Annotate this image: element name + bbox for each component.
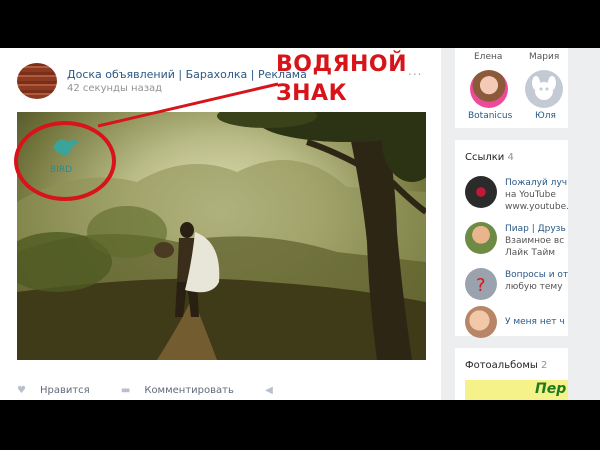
albums-title-text: Фотоальбомы <box>465 360 538 371</box>
friend-sub[interactable]: Юля <box>535 111 556 121</box>
links-card: Ссылки 4 Пожалуй луч на YouTube www.youtub… <box>455 140 568 338</box>
friend-name[interactable]: Елена <box>474 52 502 62</box>
comment-button[interactable]: ▬ Комментировать <box>121 385 248 396</box>
dog-icon <box>532 76 556 100</box>
screen: Доска объявлений | Барахолка | Реклама 4… <box>0 48 600 400</box>
like-label: Нравится <box>39 385 90 396</box>
links-title[interactable]: Ссылки 4 <box>465 152 514 163</box>
comment-label: Комментировать <box>144 385 234 396</box>
link-item[interactable]: ? Вопросы и от любую тему <box>465 268 568 300</box>
links-title-text: Ссылки <box>465 152 505 163</box>
friend-name[interactable]: Мария <box>529 52 559 62</box>
link-text: Вопросы и от любую тему <box>505 270 568 292</box>
friend-sub[interactable]: Botanicus <box>468 111 512 121</box>
question-icon: ? <box>465 268 497 300</box>
post-actions: ♥ Нравится ▬ Комментировать ◀ <box>17 385 301 396</box>
link-thumb <box>465 306 497 338</box>
like-button[interactable]: ♥ Нравится <box>17 385 104 396</box>
megaphone-icon: ◀ <box>265 385 273 396</box>
heart-icon: ♥ <box>17 385 26 396</box>
link-text: Пожалуй луч на YouTube www.youtube. <box>505 178 568 212</box>
post-card: Доска объявлений | Барахолка | Реклама 4… <box>0 48 441 400</box>
friend-avatar[interactable] <box>470 70 508 108</box>
comment-icon: ▬ <box>120 385 131 396</box>
watermark-annotation: ВОДЯНОЙ ЗНАК <box>276 50 407 108</box>
friends-card: Елена Botanicus Мария Юля <box>455 48 568 128</box>
link-thumb <box>465 222 497 254</box>
link-text: У меня нет ч <box>505 317 565 327</box>
svg-text:?: ? <box>476 275 486 296</box>
right-sidebar: Елена Botanicus Мария Юля Ссылки 4 Пожал… <box>455 48 568 400</box>
link-thumb <box>465 176 497 208</box>
share-button[interactable]: ◀ <box>265 385 287 396</box>
albums-title[interactable]: Фотоальбомы 2 <box>465 360 547 371</box>
album-thumb-text: Пер <box>535 381 567 397</box>
link-item[interactable]: У меня нет ч <box>465 306 568 338</box>
albums-card: Фотоальбомы 2 Пер <box>455 348 568 400</box>
friend-avatar[interactable] <box>525 70 563 108</box>
link-item[interactable]: Пожалуй луч на YouTube www.youtube. <box>465 176 568 212</box>
links-count: 4 <box>507 152 514 163</box>
watermark-annotation-line1: ВОДЯНОЙ <box>276 52 408 77</box>
albums-count: 2 <box>541 360 548 371</box>
link-text: Пиар | Друзь Взаимное вс Лайк Тайм <box>505 224 566 258</box>
watermark-annotation-line2: ЗНАК <box>276 81 348 106</box>
link-item[interactable]: Пиар | Друзь Взаимное вс Лайк Тайм <box>465 222 568 258</box>
